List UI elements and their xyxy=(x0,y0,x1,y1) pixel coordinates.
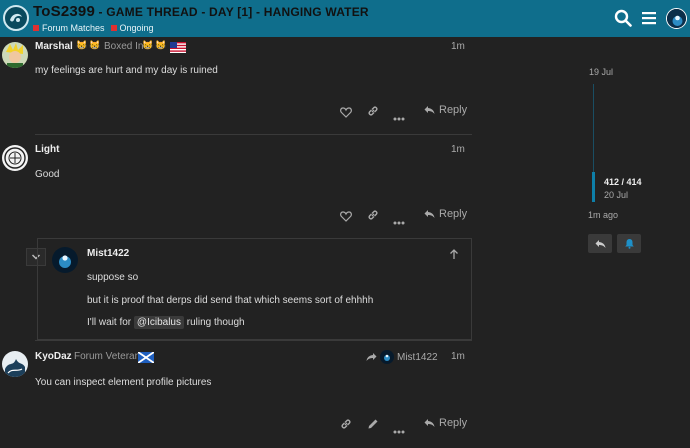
more-options-icon[interactable] xyxy=(393,212,405,230)
timeline-current-date: 20 Jul xyxy=(604,190,629,200)
post-text: You can inspect element profile pictures xyxy=(35,377,212,388)
reply-to-indicator[interactable]: Mist1422 xyxy=(366,350,438,364)
cat-emoji-icon: 😸 xyxy=(76,40,88,50)
category-label: Ongoing xyxy=(119,23,154,33)
reply-button[interactable]: Reply xyxy=(424,104,467,116)
post-age[interactable]: 1m xyxy=(451,144,465,155)
timeline-post-count: 412 / 414 xyxy=(604,177,642,187)
cat-emoji-icon: 😸 xyxy=(142,40,154,50)
cat-emoji-icon: 😸 xyxy=(89,40,101,50)
timeline-last-activity[interactable]: 1m ago xyxy=(588,210,618,220)
scotland-flag-icon xyxy=(137,350,155,368)
category-badges: Forum Matches Ongoing xyxy=(33,23,154,33)
topic-title-main: ToS2399 xyxy=(33,3,95,20)
timeline-start-date[interactable]: 19 Jul xyxy=(589,67,613,77)
avatar[interactable] xyxy=(2,145,28,171)
reply-arrow-icon xyxy=(595,239,605,248)
like-heart-icon[interactable] xyxy=(340,209,352,227)
timeline-reply-button[interactable] xyxy=(588,234,612,253)
like-heart-icon[interactable] xyxy=(340,105,352,123)
category-color-square xyxy=(110,25,117,31)
user-title: Forum Veteran xyxy=(74,351,141,362)
bell-icon xyxy=(624,239,634,249)
reply-arrow-icon xyxy=(424,419,435,427)
avatar[interactable] xyxy=(52,247,78,273)
avatar[interactable] xyxy=(2,42,28,68)
category-forum-matches[interactable]: Forum Matches xyxy=(33,23,105,33)
copy-link-icon[interactable] xyxy=(367,208,379,226)
reply-button[interactable]: Reply xyxy=(424,208,467,220)
post-age[interactable]: 1m xyxy=(451,351,465,362)
category-ongoing[interactable]: Ongoing xyxy=(110,23,154,33)
embedded-line: but it is proof that derps did send that… xyxy=(87,295,374,306)
post-text: Good xyxy=(35,169,60,180)
embedded-username[interactable]: Mist1422 xyxy=(87,248,129,259)
avatar[interactable] xyxy=(2,351,28,377)
post-age[interactable]: 1m xyxy=(451,41,465,52)
post-kyodaz: KyoDaz Forum Veteran Mist1422 1m You can… xyxy=(0,341,472,448)
hamburger-menu-icon[interactable] xyxy=(641,9,657,32)
reply-label: Reply xyxy=(439,104,468,116)
timeline-rail[interactable] xyxy=(593,84,594,176)
current-user-avatar[interactable] xyxy=(666,8,687,29)
reply-to-username: Mist1422 xyxy=(397,351,438,363)
reply-label: Reply xyxy=(439,417,468,429)
share-arrow-icon xyxy=(366,353,377,361)
timeline-scroll-handle[interactable] xyxy=(592,172,595,202)
more-options-icon[interactable] xyxy=(393,421,405,439)
more-options-icon[interactable] xyxy=(393,108,405,126)
copy-link-icon[interactable] xyxy=(367,104,379,122)
site-logo[interactable] xyxy=(3,5,29,31)
category-color-square xyxy=(33,25,39,31)
username[interactable]: KyoDaz xyxy=(35,351,72,362)
cat-emoji-icon: 😸 xyxy=(155,40,167,50)
embedded-reply: Mist1422 suppose so but it is proof that… xyxy=(37,238,472,340)
embedded-line: I'll wait for @Icibalus ruling though xyxy=(87,316,245,329)
arrow-up-icon[interactable] xyxy=(449,247,459,265)
username[interactable]: Light xyxy=(35,144,59,155)
search-icon[interactable] xyxy=(614,9,632,32)
category-label: Forum Matches xyxy=(42,23,105,33)
us-flag-icon xyxy=(170,40,186,58)
timeline-notification-button[interactable] xyxy=(617,234,641,253)
post-marshal: Marshal 😸 😸 Boxed In 😸 😸 1m my feelings … xyxy=(0,37,472,134)
embedded-line: suppose so xyxy=(87,272,139,283)
edit-pencil-icon[interactable] xyxy=(367,417,379,435)
topic-header: ToS2399 - GAME THREAD - DAY [1] - HANGIN… xyxy=(0,0,690,37)
reply-button[interactable]: Reply xyxy=(424,417,467,429)
post-text: my feelings are hurt and my day is ruine… xyxy=(35,65,218,76)
copy-link-icon[interactable] xyxy=(340,417,352,435)
reply-label: Reply xyxy=(439,208,468,220)
reply-arrow-icon xyxy=(424,210,435,218)
user-title: Boxed In xyxy=(104,41,144,52)
embedded-text: I'll wait for xyxy=(87,317,132,328)
topic-title[interactable]: ToS2399 - GAME THREAD - DAY [1] - HANGIN… xyxy=(33,3,369,20)
topic-title-rest: - GAME THREAD - DAY [1] - HANGING WATER xyxy=(95,5,369,19)
reply-arrow-icon xyxy=(424,106,435,114)
post-light: Light 1m Good Reply xyxy=(0,135,472,235)
user-mention[interactable]: @Icibalus xyxy=(133,316,184,329)
username[interactable]: Marshal xyxy=(35,41,73,52)
embedded-text: ruling though xyxy=(186,317,245,328)
reply-to-avatar xyxy=(380,350,394,364)
